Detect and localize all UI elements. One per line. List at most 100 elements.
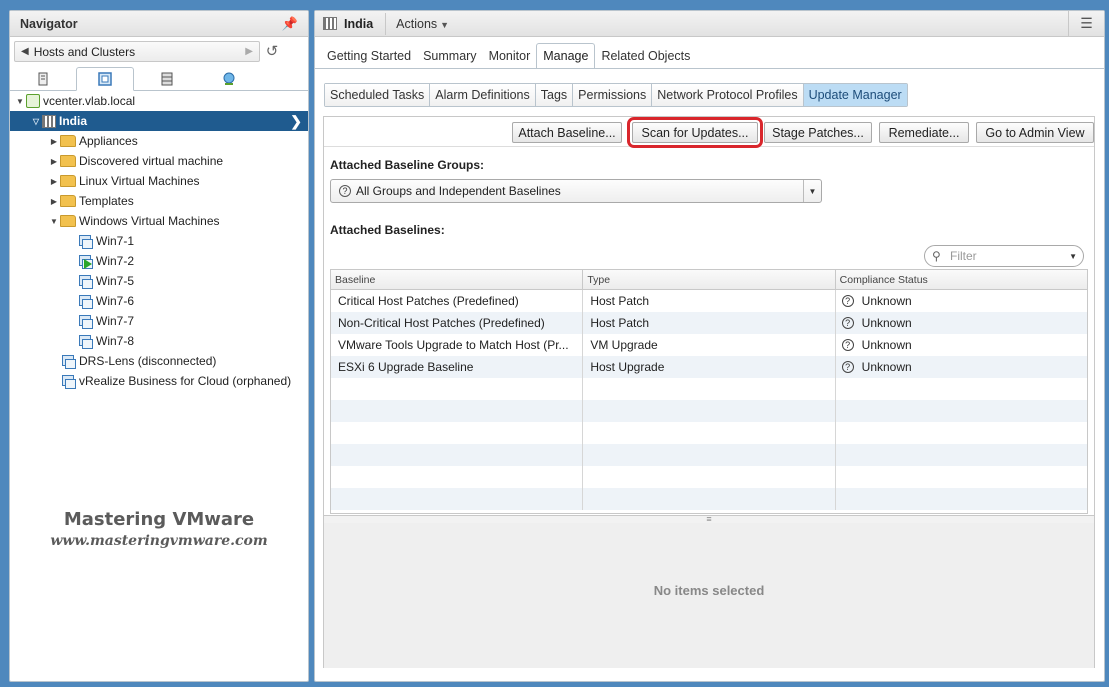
expand-toggle-icon[interactable]: ▼ — [48, 217, 60, 226]
tab-summary[interactable]: Summary — [417, 43, 482, 69]
expand-toggle-icon[interactable]: ▶ — [48, 157, 60, 166]
tree-item-vcenter[interactable]: ▼ vcenter.vlab.local — [10, 91, 308, 111]
datacenter-icon — [42, 114, 56, 128]
subtab-network-protocol-profiles[interactable]: Network Protocol Profiles — [652, 84, 804, 106]
stage-patches-button[interactable]: Stage Patches... — [764, 122, 872, 143]
tree-label: Appliances — [79, 134, 138, 148]
subtab-scheduled-tasks[interactable]: Scheduled Tasks — [325, 84, 431, 106]
remediate-button[interactable]: Remediate... — [879, 122, 969, 143]
breadcrumb-label: Hosts and Clusters — [33, 44, 136, 59]
table-row[interactable]: Non-Critical Host Patches (Predefined) H… — [331, 312, 1087, 334]
chevron-right-icon[interactable]: ❯ — [290, 113, 302, 130]
table-row[interactable]: ESXi 6 Upgrade Baseline Host Upgrade ? Un… — [331, 356, 1087, 378]
expand-toggle-icon[interactable]: ▶ — [48, 197, 60, 206]
tab-hosts-clusters[interactable] — [14, 67, 72, 91]
table-header: Baseline Type Compliance Status — [331, 270, 1087, 290]
tree-item-folder[interactable]: ▶ Linux Virtual Machines — [10, 171, 308, 191]
tabs-divider — [315, 68, 1104, 69]
tree-item-vm[interactable]: Win7-6 — [10, 291, 308, 311]
status-text: Unknown — [861, 360, 912, 374]
table-row[interactable]: VMware Tools Upgrade to Match Host (Pr..… — [331, 334, 1087, 356]
tree-item-vm[interactable]: vRealize Business for Cloud (orphaned) — [10, 371, 308, 391]
actions-label: Actions — [396, 16, 438, 31]
tree-item-folder[interactable]: ▶ Templates — [10, 191, 308, 211]
column-header-baseline[interactable]: Baseline — [331, 270, 584, 289]
update-manager-content: Attach Baseline... Scan for Updates... S… — [323, 116, 1095, 668]
question-icon: ? — [339, 185, 351, 197]
header-menu-icon[interactable]: ☰ — [1068, 10, 1104, 37]
history-icon[interactable]: ↺ — [262, 42, 282, 62]
breadcrumb[interactable]: ◀ Hosts and Clusters ▶ — [14, 41, 260, 62]
navigator-tabs — [10, 67, 308, 91]
back-arrow-icon[interactable]: ◀ — [21, 46, 29, 57]
search-icon: ⚲ — [932, 249, 941, 263]
pin-icon[interactable]: 📌 — [282, 16, 298, 32]
baseline-groups-select[interactable]: ? All Groups and Independent Baselines ▼ — [330, 179, 822, 203]
empty-row — [331, 488, 1087, 510]
manage-subtabs: Scheduled Tasks Alarm Definitions Tags P… — [324, 83, 908, 107]
splitter-handle[interactable]: ≡ — [324, 515, 1094, 524]
empty-row — [331, 466, 1087, 488]
object-title: India — [344, 16, 374, 31]
hosts-clusters-icon — [38, 72, 48, 86]
cell-status: ? Unknown — [836, 312, 1087, 334]
tab-networking[interactable] — [200, 67, 258, 91]
tree-label: Win7-1 — [96, 234, 135, 248]
storage-icon — [161, 72, 173, 86]
scan-for-updates-button[interactable]: Scan for Updates... — [627, 117, 763, 148]
networking-icon — [223, 72, 235, 85]
tree-item-vm[interactable]: Win7-8 — [10, 331, 308, 351]
tree-label: Linux Virtual Machines — [79, 174, 200, 188]
empty-row — [331, 378, 1087, 400]
vm-icon — [78, 314, 93, 329]
expand-toggle-icon[interactable]: ▽ — [30, 117, 42, 126]
vm-icon — [78, 334, 93, 349]
caret-down-icon: ▼ — [440, 19, 450, 30]
attached-baseline-groups-label: Attached Baseline Groups: — [330, 158, 485, 172]
expand-toggle-icon[interactable]: ▼ — [14, 97, 26, 106]
inventory-tree: ▼ vcenter.vlab.local ▽ India ❯ ▶ Applian… — [10, 91, 308, 391]
subtab-tags[interactable]: Tags — [535, 84, 574, 106]
tree-item-vm[interactable]: Win7-5 — [10, 271, 308, 291]
tree-item-vm[interactable]: DRS-Lens (disconnected) — [10, 351, 308, 371]
tree-item-folder[interactable]: ▶ Discovered virtual machine — [10, 151, 308, 171]
subtab-alarm-definitions[interactable]: Alarm Definitions — [430, 84, 536, 106]
subtab-permissions[interactable]: Permissions — [573, 84, 653, 106]
tree-item-folder[interactable]: ▶ Appliances — [10, 131, 308, 151]
folder-icon — [60, 215, 76, 227]
vms-templates-icon — [98, 72, 112, 86]
main-panel: India Actions ▼ ☰ Getting Started Summary… — [314, 10, 1105, 682]
tab-monitor[interactable]: Monitor — [483, 43, 537, 69]
tab-related-objects[interactable]: Related Objects — [595, 43, 696, 69]
tree-item-vm[interactable]: Win7-2 — [10, 251, 308, 271]
attached-baselines-label: Attached Baselines: — [330, 223, 445, 237]
tab-vms-templates[interactable] — [76, 67, 134, 91]
folder-icon — [60, 195, 76, 207]
column-header-type[interactable]: Type — [583, 270, 836, 289]
filter-input[interactable]: ⚲ Filter ▼ — [924, 245, 1084, 267]
no-items-message: No items selected — [653, 583, 765, 598]
attach-baseline-button[interactable]: Attach Baseline... — [512, 122, 622, 143]
expand-toggle-icon[interactable]: ▶ — [48, 137, 60, 146]
empty-row — [331, 422, 1087, 444]
tree-item-folder[interactable]: ▼ Windows Virtual Machines — [10, 211, 308, 231]
header-divider — [385, 12, 387, 35]
actions-menu[interactable]: Actions ▼ — [396, 17, 449, 31]
tree-item-vm[interactable]: Win7-1 — [10, 231, 308, 251]
expand-toggle-icon[interactable]: ▶ — [48, 177, 60, 186]
tree-item-vm[interactable]: Win7-7 — [10, 311, 308, 331]
tab-getting-started[interactable]: Getting Started — [321, 43, 417, 69]
question-icon: ? — [841, 295, 854, 307]
navigator-title: Navigator — [20, 16, 78, 31]
navigator-header: Navigator 📌 — [10, 11, 308, 37]
table-row[interactable]: Critical Host Patches (Predefined) Host … — [331, 290, 1087, 312]
chevron-down-icon[interactable]: ▼ — [1069, 252, 1077, 261]
go-to-admin-view-button[interactable]: Go to Admin View — [976, 122, 1094, 143]
forward-arrow-icon[interactable]: ▶ — [245, 46, 253, 57]
tree-item-datacenter[interactable]: ▽ India ❯ — [10, 111, 308, 131]
subtab-update-manager[interactable]: Update Manager — [803, 84, 907, 106]
column-header-compliance-status[interactable]: Compliance Status — [836, 270, 1087, 289]
tab-storage[interactable] — [138, 67, 196, 91]
tab-manage[interactable]: Manage — [536, 43, 596, 69]
chevron-down-icon[interactable]: ▼ — [803, 180, 821, 202]
